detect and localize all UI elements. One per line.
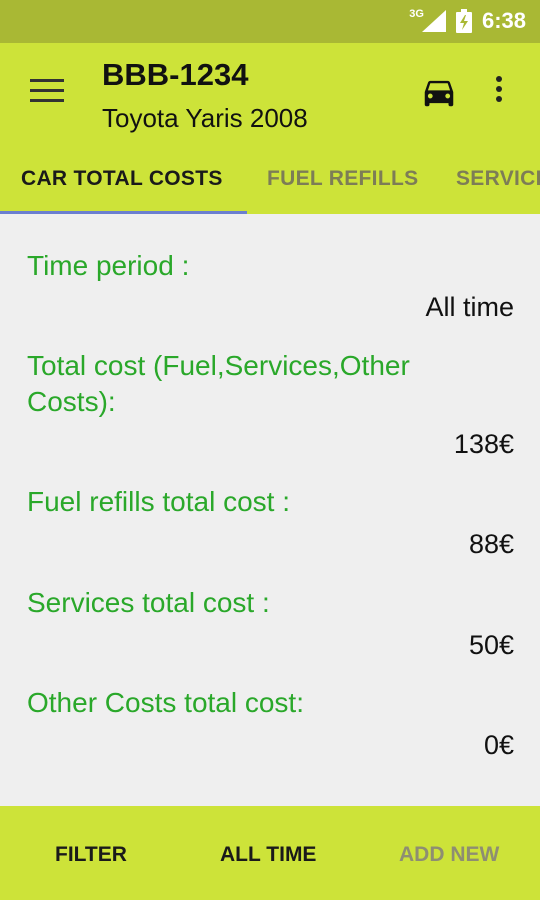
signal-icon bbox=[421, 10, 446, 32]
tab-fuel-refills[interactable]: FUEL REFILLS bbox=[267, 167, 418, 191]
car-icon[interactable] bbox=[420, 73, 458, 111]
tab-services[interactable]: SERVICES bbox=[456, 167, 540, 191]
filter-button[interactable]: FILTER bbox=[55, 843, 127, 867]
network-type: 3G bbox=[409, 8, 424, 20]
fuel-refills-cost-value: 88€ bbox=[468, 529, 514, 559]
services-cost-label: Services total cost : bbox=[27, 587, 270, 618]
more-options-icon[interactable] bbox=[494, 76, 504, 106]
status-icons: 3G 6:38 bbox=[409, 8, 526, 34]
other-costs-value: 0€ bbox=[483, 730, 514, 760]
total-cost-value: 138€ bbox=[453, 429, 514, 459]
page-title: BBB-1234 bbox=[102, 57, 249, 92]
bottom-action-bar: FILTER ALL TIME ADD NEW bbox=[0, 806, 540, 900]
add-new-button[interactable]: ADD NEW bbox=[399, 843, 499, 867]
clock: 6:38 bbox=[481, 8, 526, 33]
total-cost-label: Total cost (Fuel,Services,Other Costs): bbox=[27, 350, 410, 417]
time-period-value: All time bbox=[425, 292, 514, 322]
other-costs-label: Other Costs total cost: bbox=[27, 687, 304, 718]
app-bar: BBB-1234 Toyota Yaris 2008 CAR TOTAL COS… bbox=[0, 43, 540, 214]
status-bar: 3G 6:38 bbox=[0, 0, 540, 43]
services-cost-value: 50€ bbox=[468, 630, 514, 660]
battery-icon bbox=[455, 9, 472, 33]
time-period-label: Time period : bbox=[27, 250, 190, 281]
all-time-button[interactable]: ALL TIME bbox=[220, 843, 316, 867]
tab-car-total-costs[interactable]: CAR TOTAL COSTS bbox=[21, 167, 223, 191]
fuel-refills-cost-label: Fuel refills total cost : bbox=[27, 486, 290, 517]
page-subtitle: Toyota Yaris 2008 bbox=[102, 103, 308, 133]
tab-bar: CAR TOTAL COSTS FUEL REFILLS SERVICES bbox=[0, 157, 540, 214]
costs-summary: Time period : All time Total cost (Fuel,… bbox=[0, 214, 540, 806]
menu-icon[interactable] bbox=[30, 79, 64, 105]
